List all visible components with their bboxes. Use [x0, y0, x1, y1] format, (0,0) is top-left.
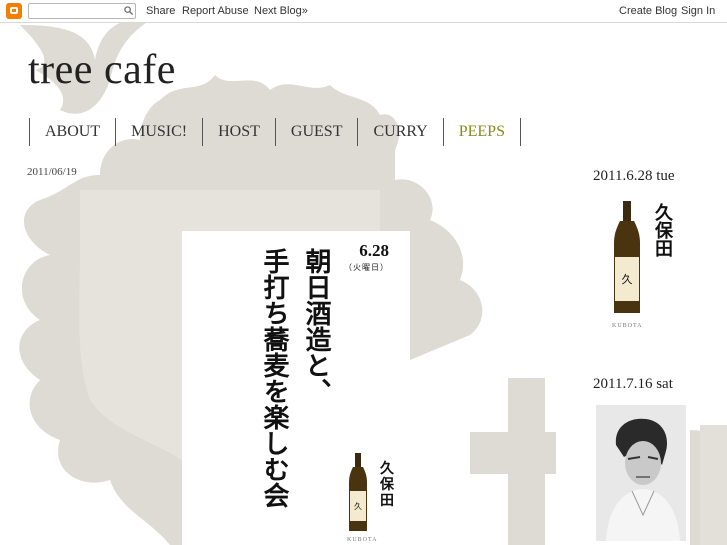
flyer-date: 6.28 — [359, 241, 389, 260]
sake-bottle-icon: 久 久 保 田 — [349, 453, 395, 531]
sake-bottle-icon: 久 久 保 田 — [614, 201, 674, 313]
post-date: 2011/06/19 — [27, 166, 77, 178]
sidebar-event2-photo[interactable] — [596, 405, 686, 541]
page-tabs: ABOUT MUSIC! HOST GUEST CURRY PEEPS — [29, 118, 521, 146]
portrait-photo — [596, 405, 686, 541]
flyer-brand-label: KUBOTA — [347, 537, 378, 543]
svg-text:久: 久 — [354, 501, 362, 511]
sidebar-event2-heading: 2011.7.16 sat — [593, 376, 673, 392]
site-title[interactable]: tree cafe — [28, 46, 176, 94]
sign-in-link[interactable]: Sign In — [681, 5, 715, 17]
tab-about[interactable]: ABOUT — [30, 118, 117, 146]
svg-text:保: 保 — [379, 476, 395, 493]
svg-text:久: 久 — [379, 460, 395, 477]
tab-host[interactable]: HOST — [203, 118, 276, 146]
svg-text:久: 久 — [622, 273, 633, 286]
tab-guest[interactable]: GUEST — [276, 118, 359, 146]
search-icon[interactable] — [124, 6, 133, 15]
sidebar-event1-heading: 2011.6.28 tue — [593, 168, 675, 184]
search-input[interactable] — [28, 3, 136, 19]
event-flyer-image[interactable]: 6.28 （火曜日） 朝日酒造と、 手打ち蕎麦を楽しむ会 久 久 保 田 KUB… — [182, 231, 409, 545]
tab-curry[interactable]: CURRY — [358, 118, 444, 146]
report-abuse-link[interactable]: Report Abuse — [182, 5, 249, 17]
flyer-day: （火曜日） — [344, 263, 389, 272]
next-blog-link[interactable]: Next Blog» — [254, 5, 308, 17]
sidebar-event1-image[interactable]: 久 久 保 田 KUBOTA — [600, 195, 684, 335]
create-blog-link[interactable]: Create Blog — [619, 5, 677, 17]
svg-text:田: 田 — [655, 239, 673, 260]
share-link[interactable]: Share — [146, 5, 175, 17]
blogger-navbar: Share Report Abuse Next Blog» Create Blo… — [0, 0, 727, 23]
flyer-headline-line1: 朝日酒造と、 — [302, 248, 331, 404]
tab-peeps[interactable]: PEEPS — [444, 118, 521, 146]
flyer-headline-line2: 手打ち蕎麦を楽しむ会 — [260, 248, 289, 508]
svg-text:田: 田 — [380, 493, 394, 509]
blogger-logo-icon[interactable] — [6, 3, 22, 19]
sidebar-brand-label: KUBOTA — [612, 323, 643, 329]
tab-music[interactable]: MUSIC! — [116, 118, 204, 146]
